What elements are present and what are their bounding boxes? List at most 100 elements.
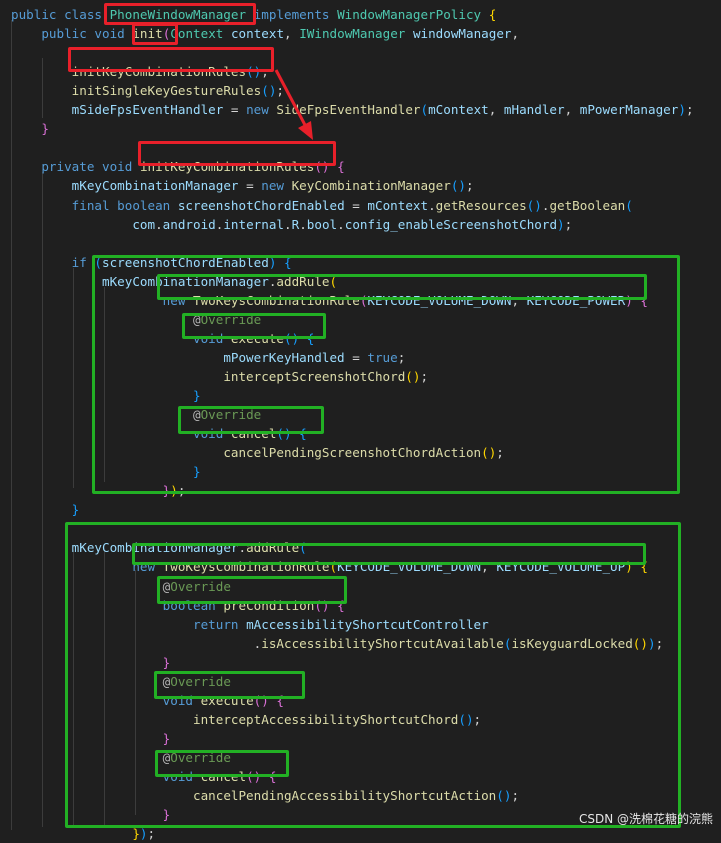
code-token: )	[647, 635, 656, 651]
code-token: ()	[450, 178, 466, 194]
code-line[interactable]: });	[11, 824, 155, 843]
code-token: internal	[223, 216, 285, 232]
code-token: )	[170, 483, 178, 499]
code-line[interactable]: if (screenshotChordEnabled) {	[11, 253, 292, 272]
code-line[interactable]: interceptAccessibilityShortcutChord();	[11, 710, 481, 729]
code-line[interactable]: }	[11, 462, 201, 481]
code-line[interactable]: return mAccessibilityShortcutController	[11, 615, 489, 634]
code-token: (	[299, 540, 307, 556]
code-editor[interactable]: public class PhoneWindowManager implemen…	[0, 0, 721, 841]
code-line[interactable]: }	[11, 805, 171, 824]
code-line[interactable]: mKeyCombinationManager.addRule(	[11, 538, 307, 557]
code-token: preCondition	[223, 597, 315, 613]
code-line[interactable]: cancelPendingScreenshotChordAction();	[11, 443, 504, 462]
code-line[interactable]: void execute() {	[11, 329, 314, 348]
code-line[interactable]: initKeyCombinationRules();	[11, 62, 269, 81]
code-token: PhoneWindowManager	[109, 7, 247, 22]
code-token: return	[192, 616, 247, 632]
code-line[interactable]: cancelPendingAccessibilityShortcutAction…	[11, 786, 519, 805]
code-line[interactable]: .isAccessibilityShortcutAvailable(isKeyg…	[11, 634, 664, 653]
code-line[interactable]: boolean preCondition() {	[11, 596, 345, 615]
code-token: WindowManagerPolicy	[337, 7, 489, 22]
code-token: void	[192, 330, 231, 346]
code-token: getResources	[435, 197, 527, 213]
code-token: ()	[458, 711, 474, 727]
code-line[interactable]: public class PhoneWindowManager implemen…	[11, 5, 496, 24]
code-line[interactable]: }	[11, 500, 80, 519]
code-token: }	[162, 654, 171, 670]
code-token: if	[71, 254, 95, 270]
code-token: mPowerKeyHandled	[223, 349, 345, 365]
code-line[interactable]: new TwoKeysCombinationRule(KEYCODE_VOLUM…	[11, 291, 648, 310]
code-line[interactable]: mKeyCombinationManager = new KeyCombinat…	[11, 176, 474, 195]
code-token: Override	[200, 311, 262, 327]
code-token: )	[678, 102, 686, 118]
code-token: ()	[405, 368, 421, 384]
code-token: () {	[276, 426, 307, 442]
code-line[interactable]: @Override	[11, 577, 231, 596]
code-line[interactable]: public void init(Context context, IWindo…	[11, 24, 519, 43]
code-line[interactable]: mSideFpsEventHandler = new SideFpsEventH…	[11, 100, 694, 119]
code-token: ,	[488, 102, 504, 118]
code-token: cancel	[230, 426, 277, 442]
code-line[interactable]: void execute() {	[11, 691, 284, 710]
code-line[interactable]: @Override	[11, 310, 261, 329]
code-line[interactable]: @Override	[11, 405, 261, 424]
code-line[interactable]: }	[11, 729, 171, 748]
code-token: (	[420, 102, 429, 118]
code-line[interactable]: void cancel() {	[11, 424, 307, 443]
code-line[interactable]: @Override	[11, 672, 231, 691]
code-token: SideFpsEventHandler	[276, 102, 421, 118]
code-line[interactable]: private void initKeyCombinationRules() {	[11, 157, 345, 176]
code-token: ;	[147, 826, 156, 842]
code-line[interactable]: new TwoKeysCombinationRule(KEYCODE_VOLUM…	[11, 557, 648, 576]
code-line[interactable]: void cancel() {	[11, 767, 277, 786]
code-token: ;	[276, 83, 284, 99]
code-token: =	[223, 102, 247, 118]
code-line[interactable]: mPowerKeyHandled = true;	[11, 348, 405, 367]
code-token: ()	[632, 635, 648, 651]
code-token: implements	[253, 7, 338, 22]
code-line[interactable]: mKeyCombinationManager.addRule(	[11, 272, 337, 291]
code-token: () {	[314, 159, 345, 175]
code-token: ()	[246, 64, 262, 80]
code-line[interactable]: }	[11, 119, 49, 138]
code-token: ;	[420, 368, 429, 384]
code-token: KEYCODE_VOLUME_UP	[496, 559, 626, 575]
code-token: private	[41, 159, 103, 175]
code-token: ;	[473, 711, 482, 727]
code-line[interactable]: @Override	[11, 748, 231, 767]
code-token: class	[64, 7, 110, 22]
code-line[interactable]: interceptScreenshotChord();	[11, 367, 428, 386]
code-line[interactable]: initSingleKeyGestureRules();	[11, 81, 284, 100]
code-token: new	[261, 178, 292, 194]
code-line[interactable]: }	[11, 386, 201, 405]
code-line[interactable]: final boolean screenshotChordEnabled = m…	[11, 196, 633, 215]
code-line[interactable]: });	[11, 481, 186, 500]
code-line[interactable]: com.android.internal.R.bool.config_enabl…	[11, 215, 572, 234]
code-token: KeyCombinationManager	[291, 178, 451, 194]
code-token: void	[162, 769, 201, 784]
code-token: TwoKeysCombinationRule	[193, 292, 360, 308]
code-token: )	[139, 826, 148, 842]
code-line[interactable]: }	[11, 653, 171, 672]
code-token: mSideFpsEventHandler	[71, 102, 224, 118]
code-token: mAccessibilityShortcutController	[246, 616, 489, 632]
